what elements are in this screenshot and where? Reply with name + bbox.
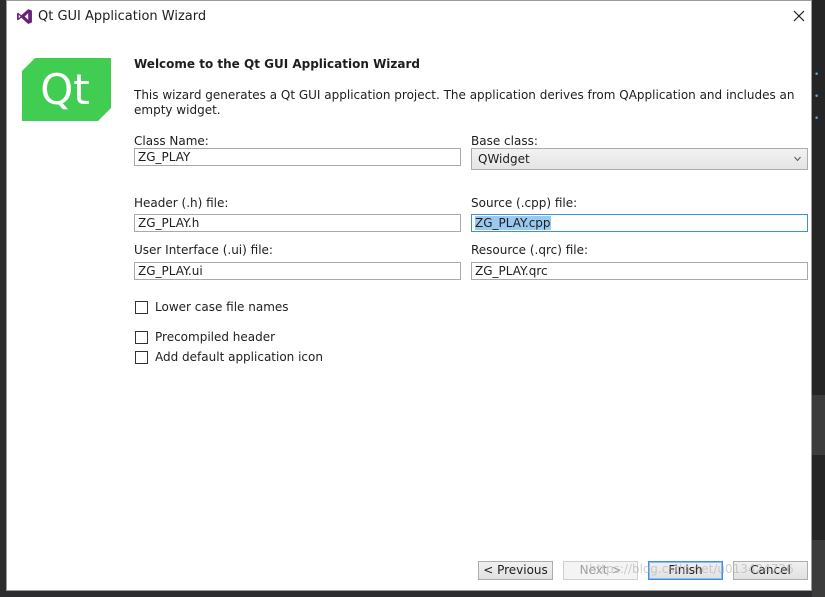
background-glyph: •: [814, 92, 820, 102]
previous-button[interactable]: < Previous: [478, 561, 553, 580]
background-panel: [812, 395, 825, 455]
class-name-label: Class Name:: [134, 134, 209, 148]
chevron-down-icon: [794, 156, 801, 162]
base-class-select[interactable]: QWidget: [471, 148, 808, 170]
background-glyph: •: [814, 114, 820, 124]
title-bar: Qt GUI Application Wizard: [7, 1, 811, 31]
ui-file-label: User Interface (.ui) file:: [134, 243, 273, 257]
header-file-field[interactable]: ZG_PLAY.h: [134, 214, 461, 232]
close-icon: [793, 10, 805, 22]
checkbox-box[interactable]: [135, 300, 148, 314]
precompiled-header-checkbox[interactable]: Precompiled header: [135, 330, 275, 344]
ui-file-field[interactable]: ZG_PLAY.ui: [134, 262, 461, 280]
page-heading: Welcome to the Qt GUI Application Wizard: [134, 57, 421, 71]
window-title: Qt GUI Application Wizard: [38, 9, 207, 24]
next-button[interactable]: Next >: [563, 561, 638, 580]
class-name-field[interactable]: ZG_PLAY: [134, 148, 461, 166]
visual-studio-icon: [17, 9, 32, 24]
checkbox-box[interactable]: [135, 330, 148, 344]
source-file-label: Source (.cpp) file:: [471, 196, 578, 210]
close-button[interactable]: [789, 6, 809, 26]
page-description: This wizard generates a Qt GUI applicati…: [134, 88, 795, 117]
wizard-dialog: Qt GUI Application Wizard Qt Welcome to …: [6, 0, 812, 591]
source-file-value: ZG_PLAY.cpp: [475, 216, 551, 230]
cancel-button[interactable]: Cancel: [733, 561, 808, 580]
ui-file-value: ZG_PLAY.ui: [138, 264, 203, 278]
finish-button[interactable]: Finish: [648, 561, 723, 580]
lower-case-label: Lower case file names: [155, 300, 289, 314]
default-icon-checkbox[interactable]: Add default application icon: [135, 350, 323, 364]
header-file-value: ZG_PLAY.h: [138, 216, 200, 230]
background-glyph: •: [814, 70, 820, 80]
base-class-label: Base class:: [471, 134, 538, 148]
lower-case-checkbox[interactable]: Lower case file names: [135, 300, 289, 314]
resource-file-value: ZG_PLAY.qrc: [475, 264, 548, 278]
resource-file-field[interactable]: ZG_PLAY.qrc: [471, 262, 808, 280]
source-file-field[interactable]: ZG_PLAY.cpp: [471, 214, 808, 232]
precompiled-header-label: Precompiled header: [155, 330, 276, 344]
qt-logo-text: Qt: [40, 65, 90, 114]
default-icon-label: Add default application icon: [155, 350, 323, 364]
checkbox-box[interactable]: [135, 350, 148, 364]
qt-logo: Qt: [22, 58, 111, 121]
resource-file-label: Resource (.qrc) file:: [471, 243, 589, 257]
header-file-label: Header (.h) file:: [134, 196, 229, 210]
class-name-value: ZG_PLAY: [138, 150, 191, 164]
base-class-value: QWidget: [478, 152, 530, 166]
background-panel: [812, 540, 825, 597]
